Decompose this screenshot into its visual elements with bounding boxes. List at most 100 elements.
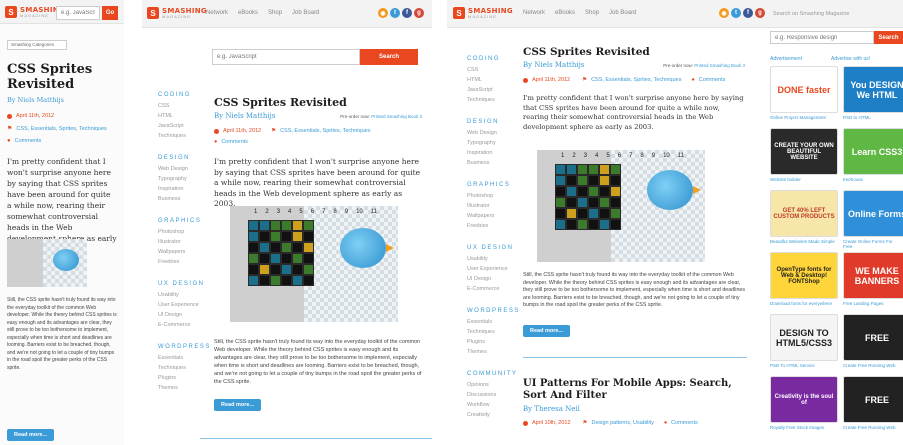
category-heading-ux[interactable]: UX DESIGN [467, 245, 527, 251]
category-item[interactable]: Photoshop [467, 191, 527, 201]
nav-item-shop[interactable]: Shop [585, 10, 599, 16]
article-tags[interactable]: CSS, Essentials, Sprites, Techniques [591, 77, 681, 83]
ad-caption[interactable]: Create Free Running Web [843, 363, 895, 368]
nav-item-network[interactable]: Network [206, 10, 228, 16]
facebook-icon[interactable]: f [402, 8, 412, 18]
ad-tile[interactable]: OpenType fonts for Web & Desktop! FONTSh… [770, 252, 838, 299]
ad-tile[interactable]: Creativity is the soul of [770, 376, 838, 423]
article2-comments[interactable]: Comments [671, 420, 698, 426]
ad-caption[interactable]: Download fonts for everywhere [770, 301, 832, 306]
article2-tags[interactable]: Design patterns, Usability [591, 420, 653, 426]
category-item[interactable]: Business [467, 158, 527, 168]
article-comments[interactable]: Comments [699, 77, 726, 83]
category-item[interactable]: Wallpapers [158, 247, 218, 257]
sidebar-search-input[interactable] [770, 31, 874, 44]
ad-tile[interactable]: Online Forms [843, 190, 903, 237]
search-button[interactable]: Go [102, 6, 118, 20]
ad-caption[interactable]: Create Free Running Web [843, 425, 895, 430]
ad-caption[interactable]: PSD to HTML [843, 115, 871, 120]
twitter-icon[interactable]: t [731, 8, 741, 18]
search-button[interactable]: Search [360, 49, 418, 65]
nav-item-ebooks[interactable]: eBooks [555, 10, 575, 16]
article-comments[interactable]: Comments [15, 138, 42, 144]
category-heading-wordpress[interactable]: WORDPRESS [467, 308, 527, 314]
category-heading-coding[interactable]: CODING [467, 56, 527, 62]
category-item[interactable]: Creativity [467, 410, 527, 420]
ad-caption[interactable]: Create Online Forms For Free [843, 239, 903, 249]
category-item[interactable]: Themes [158, 383, 218, 393]
gplus-icon[interactable]: g [755, 8, 765, 18]
article-title[interactable]: CSS Sprites Revisited [214, 96, 422, 109]
ad-tile[interactable]: Learn CSS3 [843, 128, 903, 175]
article2-author[interactable]: By Theresa Neil [523, 405, 747, 413]
category-item[interactable]: HTML [158, 111, 218, 121]
ad-caption[interactable]: Website builder [770, 177, 801, 182]
ad-tile[interactable]: CREATE YOUR OWN BEAUTIFUL WEBSITE [770, 128, 838, 175]
ad-caption[interactable]: Online Project Management [770, 115, 826, 120]
ad-tile[interactable]: FREE [843, 314, 903, 361]
site-logo[interactable]: S SMASHING MAGAZINE [147, 7, 207, 19]
category-item[interactable]: Usability [467, 254, 527, 264]
ad-tile[interactable]: DONE faster [770, 66, 838, 113]
category-item[interactable]: User Experience [467, 264, 527, 274]
gplus-icon[interactable]: g [414, 8, 424, 18]
category-heading-coding[interactable]: CODING [158, 92, 218, 98]
category-item[interactable]: Web Design [158, 164, 218, 174]
site-logo[interactable]: S SMASHING MAGAZINE [453, 7, 513, 19]
article-comments[interactable]: Comments [221, 139, 248, 145]
category-item[interactable]: JavaScript [467, 85, 527, 95]
category-item[interactable]: Typography [158, 174, 218, 184]
sidebar-search-button[interactable]: Search [874, 31, 903, 44]
ad-tile[interactable]: FREE [843, 376, 903, 423]
rss-icon[interactable]: ◉ [719, 8, 729, 18]
category-item[interactable]: Discussions [467, 390, 527, 400]
search-input[interactable] [212, 49, 360, 65]
category-heading-design[interactable]: DESIGN [158, 155, 218, 161]
category-heading-community[interactable]: COMMUNITY [467, 371, 527, 377]
category-item[interactable]: Freebies [158, 257, 218, 267]
article-title[interactable]: CSS Sprites Revisited [523, 46, 745, 58]
ad-tile[interactable]: DESIGN TO HTML5/CSS3 [770, 314, 838, 361]
category-item[interactable]: Plugins [467, 337, 527, 347]
category-item[interactable]: Typography [467, 138, 527, 148]
category-item[interactable]: E-Commerce [467, 284, 527, 294]
category-heading-graphics[interactable]: GRAPHICS [467, 182, 527, 188]
article-author[interactable]: By Niels Matthijs [523, 61, 584, 69]
category-item[interactable]: Techniques [467, 95, 527, 105]
category-item[interactable]: Essentials [158, 353, 218, 363]
read-more-button[interactable]: Read more... [7, 429, 55, 441]
category-item[interactable]: Techniques [467, 327, 527, 337]
category-item[interactable]: JavaScript [158, 121, 218, 131]
search-input[interactable] [56, 6, 100, 20]
category-item[interactable]: Workflow [467, 400, 527, 410]
category-item[interactable]: Freebies [467, 221, 527, 231]
category-item[interactable]: Wallpapers [467, 211, 527, 221]
article-title[interactable]: CSS Sprites Revisited [7, 62, 117, 92]
category-item[interactable]: CSS [158, 101, 218, 111]
ad-caption[interactable]: PSD To HTML Service [770, 363, 815, 368]
category-item[interactable]: Web Design [467, 128, 527, 138]
ad-tile[interactable]: GET 40% LEFT CUSTOM PRODUCTS [770, 190, 838, 237]
category-heading-graphics[interactable]: GRAPHICS [158, 218, 218, 224]
category-heading-ux[interactable]: UX DESIGN [158, 281, 218, 287]
category-item[interactable]: UI Design [158, 310, 218, 320]
category-item[interactable]: Essentials [467, 317, 527, 327]
ad-tile[interactable]: WE MAKE BANNERS [843, 252, 903, 299]
category-item[interactable]: HTML [467, 75, 527, 85]
nav-item-jobboard[interactable]: Job Board [609, 10, 636, 16]
article-author[interactable]: By Niels Matthijs [7, 96, 117, 104]
category-item[interactable]: Illustrator [467, 201, 527, 211]
ad-caption[interactable]: Beautiful Websites Made Simple [770, 239, 835, 244]
category-item[interactable]: User Experience [158, 300, 218, 310]
category-item[interactable]: Opinions [467, 380, 527, 390]
category-item[interactable]: CSS [467, 65, 527, 75]
category-item[interactable]: Themes [467, 347, 527, 357]
category-item[interactable]: E-Commerce [158, 320, 218, 330]
category-item[interactable]: UI Design [467, 274, 527, 284]
read-more-button[interactable]: Read more... [523, 325, 571, 337]
category-item[interactable]: Inspiration [467, 148, 527, 158]
category-item[interactable]: Techniques [158, 363, 218, 373]
category-item[interactable]: Plugins [158, 373, 218, 383]
rss-icon[interactable]: ◉ [378, 8, 388, 18]
facebook-icon[interactable]: f [743, 8, 753, 18]
